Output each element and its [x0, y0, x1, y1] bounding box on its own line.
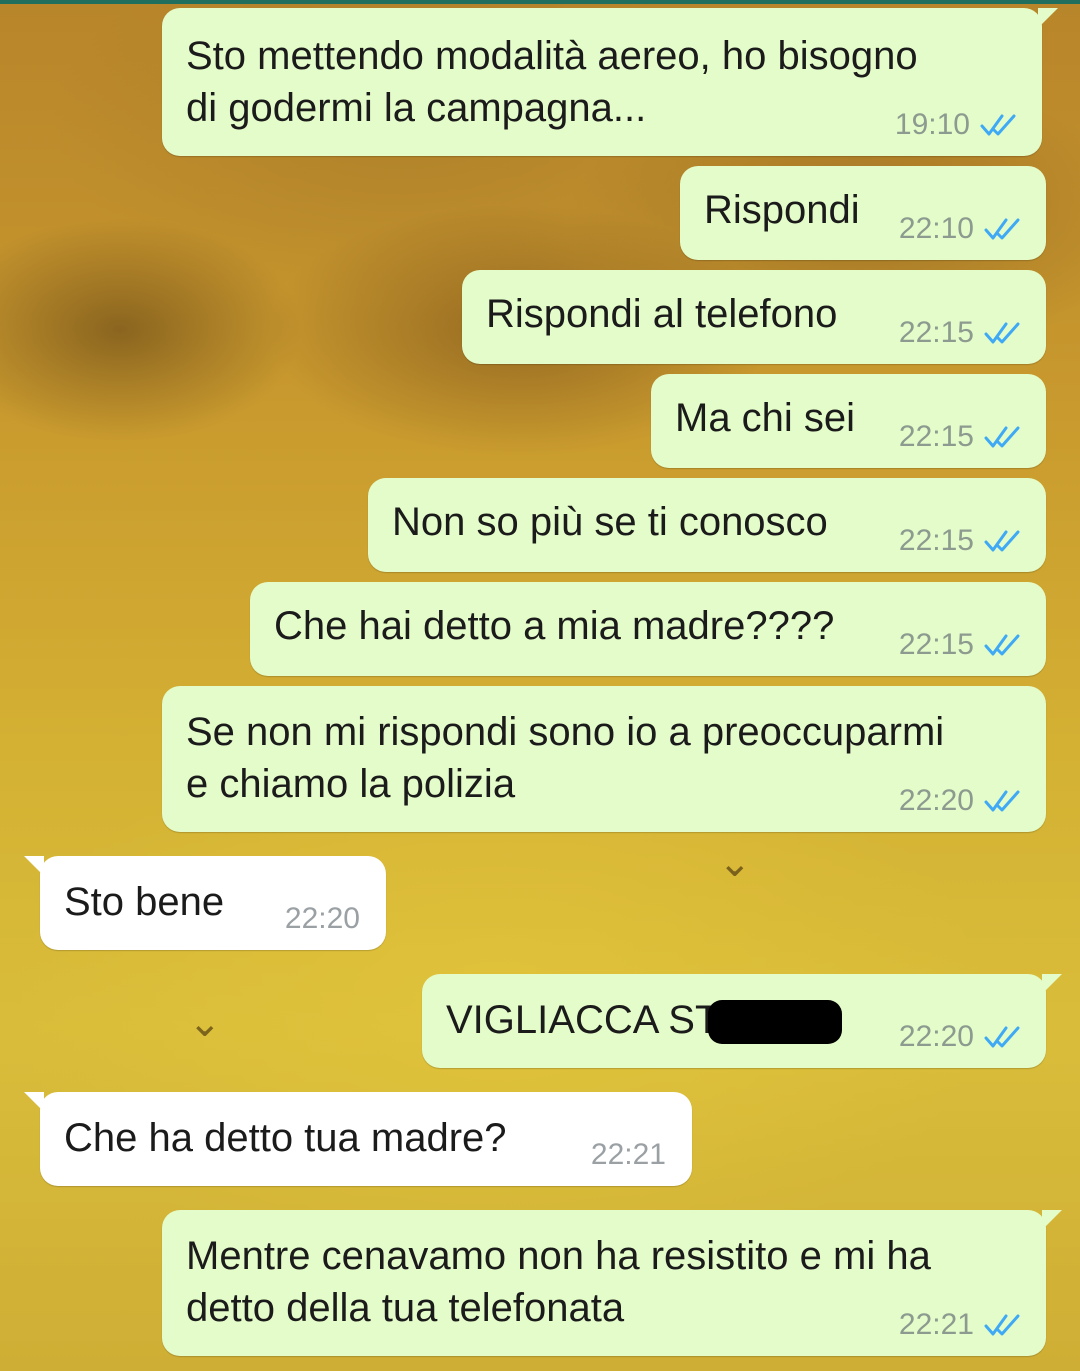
double-check-icon: [980, 114, 1016, 136]
redaction-mark: [708, 1000, 842, 1044]
bird-decoration: ⌄: [718, 841, 752, 885]
message-text: Che hai detto a mia madre????: [274, 604, 835, 648]
message-meta: 19:10: [895, 108, 1020, 142]
message-time: 22:21: [590, 1138, 666, 1171]
header-strip: [0, 0, 1080, 4]
message-bubble-outgoing[interactable]: VIGLIACCA ST A 22:20: [422, 974, 1062, 1068]
message-meta: 22:15: [899, 524, 1024, 558]
message-meta: 22:21: [591, 1138, 666, 1172]
bird-decoration: ⌄: [188, 1001, 222, 1045]
message-time: 22:15: [898, 316, 974, 349]
message-bubble-outgoing[interactable]: Ma chi sei 22:15: [651, 374, 1046, 468]
message-bubble-outgoing[interactable]: Non so più se ti conosco 22:15: [368, 478, 1046, 572]
message-meta: 22:15: [899, 420, 1024, 454]
message-time: 22:15: [898, 420, 974, 453]
message-bubble-incoming[interactable]: Che ha detto tua madre? 22:21: [24, 1092, 692, 1186]
double-check-icon: [984, 218, 1020, 240]
double-check-icon: [984, 634, 1020, 656]
message-bubble-outgoing[interactable]: Mentre cenavamo non ha resistito e mi ha…: [162, 1210, 1062, 1356]
message-text: Non so più se ti conosco: [392, 500, 828, 544]
double-check-icon: [984, 426, 1020, 448]
message-bubble-outgoing[interactable]: Rispondi al telefono 22:15: [462, 270, 1046, 364]
message-time: 22:15: [898, 524, 974, 557]
message-time: 22:15: [898, 628, 974, 661]
message-time: 22:20: [284, 902, 360, 935]
double-check-icon: [984, 322, 1020, 344]
message-time: 22:21: [898, 1308, 974, 1341]
message-bubble-outgoing[interactable]: Sto mettendo modalità aereo, ho bisogno …: [162, 8, 1058, 156]
message-bubble-outgoing[interactable]: Rispondi 22:10: [680, 166, 1046, 260]
double-check-icon: [984, 530, 1020, 552]
message-meta: 22:15: [899, 628, 1024, 662]
message-meta: 22:21: [899, 1308, 1024, 1342]
message-time: 19:10: [894, 108, 970, 141]
message-bubble-outgoing[interactable]: Se non mi rispondi sono io a preoccuparm…: [162, 686, 1046, 832]
message-bubble-incoming[interactable]: Sto bene 22:20: [24, 856, 386, 950]
message-text: Se non mi rispondi sono io a preoccuparm…: [186, 710, 945, 806]
message-text: Che ha detto tua madre?: [64, 1116, 507, 1160]
message-meta: 22:15: [899, 316, 1024, 350]
message-meta: 22:20: [285, 902, 360, 936]
message-text: Rispondi al telefono: [486, 292, 838, 336]
message-text: Rispondi: [704, 188, 860, 232]
double-check-icon: [984, 790, 1020, 812]
message-text: Mentre cenavamo non ha resistito e mi ha…: [186, 1234, 931, 1330]
message-meta: 22:20: [899, 784, 1024, 818]
double-check-icon: [984, 1026, 1020, 1048]
message-time: 22:10: [898, 212, 974, 245]
double-check-icon: [984, 1314, 1020, 1336]
message-time: 22:20: [898, 1020, 974, 1053]
message-time: 22:20: [898, 784, 974, 817]
message-meta: 22:20: [899, 1020, 1024, 1054]
message-text: Sto mettendo modalità aereo, ho bisogno …: [186, 34, 918, 130]
message-text: Ma chi sei: [675, 396, 856, 440]
message-text: Sto bene: [64, 880, 225, 924]
message-meta: 22:10: [899, 212, 1024, 246]
message-bubble-outgoing[interactable]: Che hai detto a mia madre???? 22:15: [250, 582, 1046, 676]
